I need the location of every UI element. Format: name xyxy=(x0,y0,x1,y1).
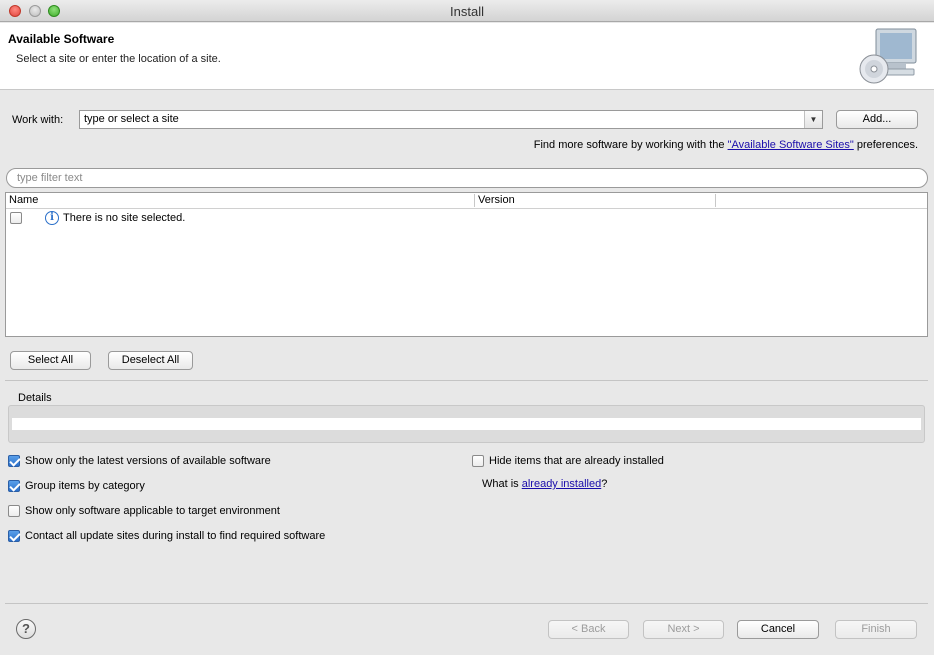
dropdown-arrow-icon[interactable]: ▼ xyxy=(804,111,822,128)
checkbox-group-by-category[interactable] xyxy=(8,480,20,492)
option-label: Show only the latest versions of availab… xyxy=(25,455,271,467)
window-title: Install xyxy=(450,4,484,19)
work-with-combo[interactable]: type or select a site ▼ xyxy=(79,110,823,129)
info-icon: i xyxy=(45,211,59,225)
filter-input[interactable]: type filter text xyxy=(6,168,928,188)
checkbox-contact-update-sites[interactable] xyxy=(8,530,20,542)
deselect-all-button[interactable]: Deselect All xyxy=(108,351,193,370)
section-divider xyxy=(5,380,928,381)
already-installed-link[interactable]: already installed xyxy=(522,478,602,490)
details-label: Details xyxy=(18,392,52,404)
option-label: Hide items that are already installed xyxy=(489,455,664,467)
page-subtitle: Select a site or enter the location of a… xyxy=(16,53,221,65)
work-with-value: type or select a site xyxy=(84,113,179,125)
column-separator[interactable] xyxy=(715,194,716,207)
help-icon[interactable]: ? xyxy=(16,619,36,639)
checkbox-target-environment[interactable] xyxy=(8,505,20,517)
work-with-label: Work with: xyxy=(12,114,64,126)
title-bar: Install xyxy=(0,0,934,22)
column-separator[interactable] xyxy=(474,194,475,207)
find-more-suffix: preferences. xyxy=(853,139,918,151)
back-button[interactable]: < Back xyxy=(548,620,629,639)
wizard-header: Available Software Select a site or ente… xyxy=(0,23,934,90)
details-panel xyxy=(8,405,925,443)
software-table[interactable]: Name Version i There is no site selected… xyxy=(5,192,928,337)
finish-button[interactable]: Finish xyxy=(835,620,917,639)
available-software-sites-link[interactable]: "Available Software Sites" xyxy=(728,139,854,151)
find-more-software-text: Find more software by working with the "… xyxy=(534,139,918,151)
what-is-installed-text: What is already installed? xyxy=(482,478,607,490)
table-row[interactable]: i There is no site selected. xyxy=(6,210,927,227)
filter-placeholder: type filter text xyxy=(17,172,83,184)
what-installed-prefix: What is xyxy=(482,478,522,490)
next-button[interactable]: Next > xyxy=(643,620,724,639)
find-more-prefix: Find more software by working with the xyxy=(533,139,728,151)
checkbox-latest-versions[interactable] xyxy=(8,455,20,467)
what-installed-suffix: ? xyxy=(601,478,608,490)
cancel-button[interactable]: Cancel xyxy=(737,620,819,639)
table-header: Name Version xyxy=(6,193,927,209)
column-name-header[interactable]: Name xyxy=(9,194,38,206)
footer-divider xyxy=(5,603,928,604)
option-label: Show only software applicable to target … xyxy=(25,505,280,517)
row-checkbox[interactable] xyxy=(10,212,22,224)
add-site-button[interactable]: Add... xyxy=(836,110,918,129)
checkbox-hide-installed[interactable] xyxy=(472,455,484,467)
option-label: Contact all update sites during install … xyxy=(25,530,326,542)
details-text-area xyxy=(12,418,921,430)
page-title: Available Software xyxy=(8,32,115,46)
row-text: There is no site selected. xyxy=(63,212,186,224)
install-software-icon xyxy=(859,28,917,84)
column-version-header[interactable]: Version xyxy=(478,194,515,206)
option-label: Group items by category xyxy=(25,480,145,492)
select-all-button[interactable]: Select All xyxy=(10,351,91,370)
